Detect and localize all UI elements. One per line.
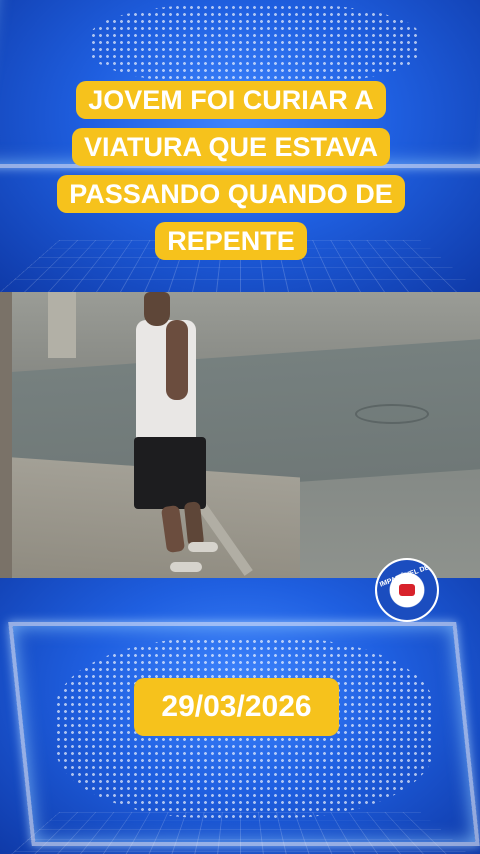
wall <box>0 292 12 578</box>
head <box>144 292 170 326</box>
headline-text: JOVEM FOI CURIAR A VIATURA QUE ESTAVA PA… <box>57 81 405 260</box>
headline-caption: JOVEM FOI CURIAR A VIATURA QUE ESTAVA PA… <box>55 77 407 265</box>
police-badge-icon <box>399 584 415 596</box>
world-map-graphic <box>90 4 420 84</box>
video-frame[interactable] <box>0 292 480 578</box>
channel-logo: IMPARÁVEL DEC <box>375 558 439 622</box>
sandal <box>188 542 218 552</box>
manhole-cover <box>355 404 429 424</box>
sandal <box>170 562 202 572</box>
date-badge: 29/03/2026 <box>134 678 339 736</box>
post <box>48 292 76 358</box>
arm <box>166 320 188 400</box>
perspective-grid <box>0 812 480 854</box>
leg <box>160 504 186 554</box>
young-man-figure <box>130 292 220 578</box>
black-shorts <box>134 437 206 509</box>
